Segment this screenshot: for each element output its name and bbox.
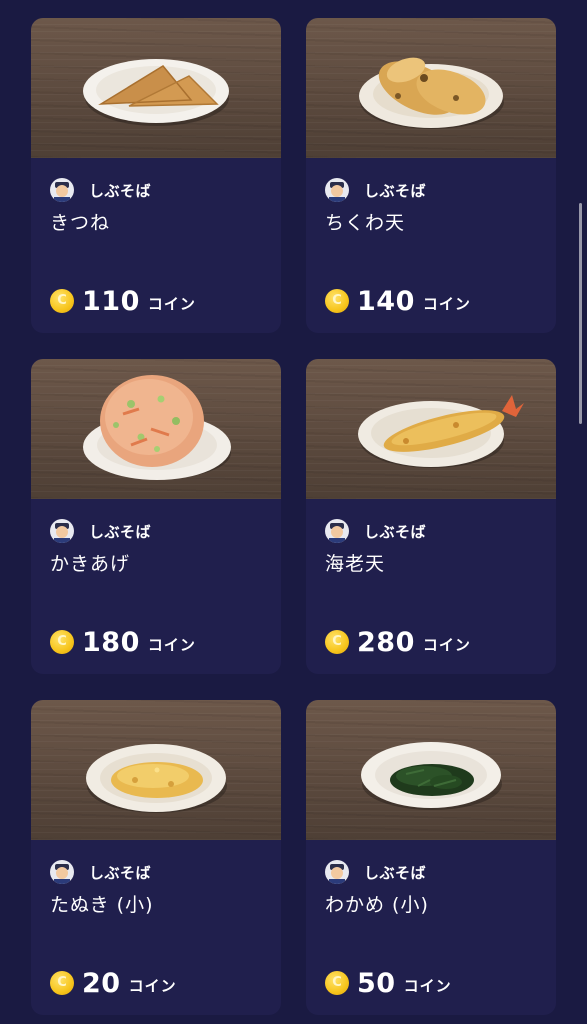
- menu-item-card[interactable]: しぶそば わかめ (小) 50 コイン: [306, 700, 556, 1015]
- shop-name: しぶそば: [364, 181, 427, 200]
- price-unit: コイン: [147, 295, 196, 313]
- kakiage-icon: [83, 375, 231, 480]
- shop-avatar: [325, 860, 349, 884]
- shop-info: しぶそば: [50, 860, 151, 884]
- item-name: かきあげ: [50, 553, 131, 575]
- menu-item-card[interactable]: しぶそば きつね 110 コイン: [31, 18, 281, 333]
- fried-tofu-icon: [83, 59, 229, 126]
- price-amount: 20: [82, 967, 121, 999]
- chef-avatar-icon: [329, 523, 345, 543]
- item-price: 50 コイン: [325, 966, 452, 1000]
- shop-name: しぶそば: [364, 863, 427, 882]
- chef-avatar-icon: [54, 523, 70, 543]
- price-amount: 140: [357, 285, 415, 317]
- price-amount: 180: [82, 626, 140, 658]
- menu-item-card[interactable]: しぶそば 海老天 280 コイン: [306, 359, 556, 674]
- price-unit: コイン: [422, 295, 471, 313]
- shop-info: しぶそば: [325, 860, 426, 884]
- shop-avatar: [50, 519, 74, 543]
- shop-avatar: [325, 178, 349, 202]
- item-photo: [306, 18, 556, 158]
- shop-avatar: [50, 178, 74, 202]
- price-amount: 110: [82, 285, 140, 317]
- item-price: 140 コイン: [325, 284, 471, 318]
- coin-icon: [50, 630, 74, 654]
- shop-avatar: [325, 519, 349, 543]
- menu-item-card[interactable]: しぶそば ちくわ天 140 コイン: [306, 18, 556, 333]
- shop-name: しぶそば: [89, 181, 152, 200]
- item-name: たぬき (小): [50, 894, 154, 916]
- shop-name: しぶそば: [89, 863, 152, 882]
- chef-avatar-icon: [329, 182, 345, 202]
- chef-avatar-icon: [329, 864, 345, 884]
- wakame-seaweed-icon: [361, 742, 502, 810]
- chikuwa-tempura-icon: [359, 57, 504, 129]
- item-name: きつね: [50, 212, 111, 234]
- coin-icon: [50, 971, 74, 995]
- item-name: ちくわ天: [325, 212, 406, 234]
- item-price: 20 コイン: [50, 966, 177, 1000]
- menu-item-card[interactable]: しぶそば たぬき (小) 20 コイン: [31, 700, 281, 1015]
- shop-info: しぶそば: [50, 178, 151, 202]
- shrimp-tempura-icon: [358, 395, 524, 468]
- item-photo: [306, 700, 556, 840]
- scrollbar[interactable]: [579, 203, 582, 424]
- shop-name: しぶそば: [364, 522, 427, 541]
- shop-info: しぶそば: [325, 178, 426, 202]
- price-unit: コイン: [147, 636, 196, 654]
- price-unit: コイン: [422, 636, 471, 654]
- coin-icon: [325, 630, 349, 654]
- shop-info: しぶそば: [325, 519, 426, 543]
- price-unit: コイン: [403, 977, 452, 995]
- chef-avatar-icon: [54, 182, 70, 202]
- tempura-crumbs-icon: [86, 744, 227, 813]
- coin-icon: [325, 289, 349, 313]
- coin-icon: [50, 289, 74, 313]
- item-photo: [31, 700, 281, 840]
- price-amount: 280: [357, 626, 415, 658]
- menu-item-card[interactable]: しぶそば かきあげ 180 コイン: [31, 359, 281, 674]
- menu-grid: しぶそば きつね 110 コイン: [31, 18, 556, 1015]
- item-photo: [31, 18, 281, 158]
- menu-screen: しぶそば きつね 110 コイン: [0, 0, 587, 1024]
- chef-avatar-icon: [54, 864, 70, 884]
- shop-info: しぶそば: [50, 519, 151, 543]
- item-name: 海老天: [325, 553, 386, 575]
- price-amount: 50: [357, 967, 396, 999]
- item-price: 110 コイン: [50, 284, 196, 318]
- item-price: 180 コイン: [50, 625, 196, 659]
- shop-avatar: [50, 860, 74, 884]
- item-name: わかめ (小): [325, 894, 429, 916]
- coin-icon: [325, 971, 349, 995]
- shop-name: しぶそば: [89, 522, 152, 541]
- item-photo: [31, 359, 281, 499]
- item-price: 280 コイン: [325, 625, 471, 659]
- item-photo: [306, 359, 556, 499]
- price-unit: コイン: [128, 977, 177, 995]
